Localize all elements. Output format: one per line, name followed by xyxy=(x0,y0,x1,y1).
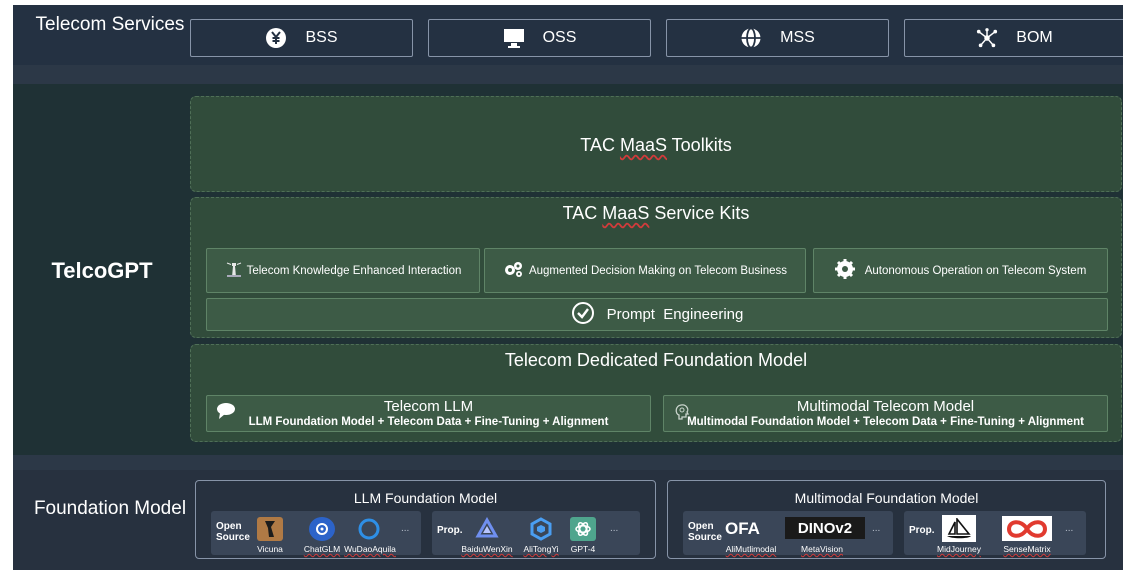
alitongyi-name: AliTongYi xyxy=(523,544,559,554)
prop-label: Prop. xyxy=(909,525,935,536)
multimodal-prop-group: Prop. MidJourney SenseMatrix ... xyxy=(904,511,1086,555)
multimodal-telecom-model-title: Multimodal Telecom Model xyxy=(796,398,975,415)
baiduwenxin-name: BaiduWenXin xyxy=(461,544,513,554)
bss-button[interactable]: BSS xyxy=(190,19,413,57)
metavision-name: MetaVision xyxy=(801,544,843,554)
tac-maas-service-kits-title: TAC MaaS Service Kits xyxy=(562,203,750,223)
multimodal-open-source-more: ... xyxy=(872,523,881,534)
wudaoaquila-logo-icon xyxy=(356,517,382,541)
multimodal-prop-more: ... xyxy=(1065,523,1074,534)
sensematrix-name: SenseMatrix xyxy=(1003,544,1051,554)
multimodal-telecom-model-subtitle: Multimodal Foundation Model + Telecom Da… xyxy=(687,416,1084,428)
llm-open-source-group: Open Source Vicuna ChatGLM WuDaoAquila ..… xyxy=(211,511,421,555)
knowledge-interaction-label: Telecom Knowledge Enhanced Interaction xyxy=(246,264,462,277)
bss-label: BSS xyxy=(305,29,338,46)
mss-label: MSS xyxy=(780,29,815,46)
gear-icon xyxy=(834,259,855,282)
telecom-services-label: Telecom Services xyxy=(35,14,185,35)
knowledge-interaction-kit[interactable]: Telecom Knowledge Enhanced Interaction xyxy=(206,248,480,293)
multimodal-telecom-model-box[interactable]: Multimodal Telecom Model Multimodal Foun… xyxy=(663,395,1108,432)
autonomous-operation-kit[interactable]: Autonomous Operation on Telecom System xyxy=(813,248,1108,293)
llm-open-source-more: ... xyxy=(401,523,410,534)
alitongyi-logo-icon xyxy=(528,517,554,541)
telecom-llm-title: Telecom LLM xyxy=(383,398,474,415)
decision-making-kit[interactable]: Augmented Decision Making on Telecom Bus… xyxy=(484,248,806,293)
llm-prop-more: ... xyxy=(610,523,619,534)
gpt4-logo-icon xyxy=(570,517,596,541)
midjourney-name: MidJourney xyxy=(937,544,981,554)
telecom-llm-subtitle: LLM Foundation Model + Telecom Data + Fi… xyxy=(248,416,609,428)
dinov2-logo: DINOv2 xyxy=(785,517,865,539)
wudaoaquila-name: WuDaoAquila xyxy=(344,544,396,554)
alimutlimodal-name: AliMutlimodal xyxy=(725,544,777,554)
open-source-label: Open Source xyxy=(688,521,722,543)
band-separator xyxy=(13,455,1123,470)
decision-making-label: Augmented Decision Making on Telecom Bus… xyxy=(528,264,788,277)
open-source-label: Open Source xyxy=(216,521,250,543)
baiduwenxin-logo-icon xyxy=(474,517,500,541)
oss-label: OSS xyxy=(542,29,577,46)
vicuna-name: Vicuna xyxy=(257,544,283,554)
midjourney-logo-icon xyxy=(942,515,976,542)
monitor-icon xyxy=(503,27,525,49)
ofa-logo: OFA xyxy=(725,519,760,538)
llm-foundation-model-box: LLM Foundation Model Open Source Vicuna C… xyxy=(195,480,656,559)
multimodal-foundation-model-box: Multimodal Foundation Model Open Source O… xyxy=(667,480,1106,559)
mss-button[interactable]: MSS xyxy=(666,19,889,57)
dedicated-foundation-model-title: Telecom Dedicated Foundation Model xyxy=(504,350,808,370)
gpt4-name: GPT-4 xyxy=(570,544,596,554)
yuan-coin-icon xyxy=(265,27,287,49)
sensematrix-logo-icon xyxy=(1002,516,1052,541)
check-circle-icon xyxy=(571,301,595,329)
chatglm-name: ChatGLM xyxy=(303,544,341,554)
network-nodes-icon xyxy=(976,27,998,49)
tac-maas-toolkits-title: TAC MaaS Toolkits xyxy=(580,135,732,155)
bom-label: BOM xyxy=(1016,29,1053,46)
oss-button[interactable]: OSS xyxy=(428,19,651,57)
multimodal-foundation-model-title: Multimodal Foundation Model xyxy=(794,490,979,506)
foundation-model-label: Foundation Model xyxy=(33,498,187,519)
bom-button[interactable]: BOM xyxy=(904,19,1123,57)
llm-foundation-model-title: LLM Foundation Model xyxy=(353,490,498,506)
telcogpt-label: TelcoGPT xyxy=(51,258,153,283)
prompt-engineering-bar[interactable]: Prompt Engineering xyxy=(206,298,1108,331)
chatglm-logo-icon xyxy=(309,517,335,541)
prompt-engineering-label: Prompt Engineering xyxy=(606,306,744,323)
autonomous-operation-label: Autonomous Operation on Telecom System xyxy=(864,264,1087,277)
tac-maas-toolkits-panel: TAC MaaS Toolkits xyxy=(190,96,1122,192)
globe-icon xyxy=(740,27,762,49)
gears-icon xyxy=(503,260,525,281)
vicuna-logo-icon xyxy=(257,517,283,541)
lighthouse-icon xyxy=(225,260,243,281)
band-separator xyxy=(13,65,1123,84)
prop-label: Prop. xyxy=(437,525,463,536)
telecom-llm-box[interactable]: Telecom LLM LLM Foundation Model + Telec… xyxy=(206,395,651,432)
multimodal-open-source-group: Open Source OFA AliMutlimodal DINOv2 Meta… xyxy=(683,511,893,555)
llm-prop-group: Prop. BaiduWenXin AliTongYi GPT-4 ... xyxy=(432,511,640,555)
